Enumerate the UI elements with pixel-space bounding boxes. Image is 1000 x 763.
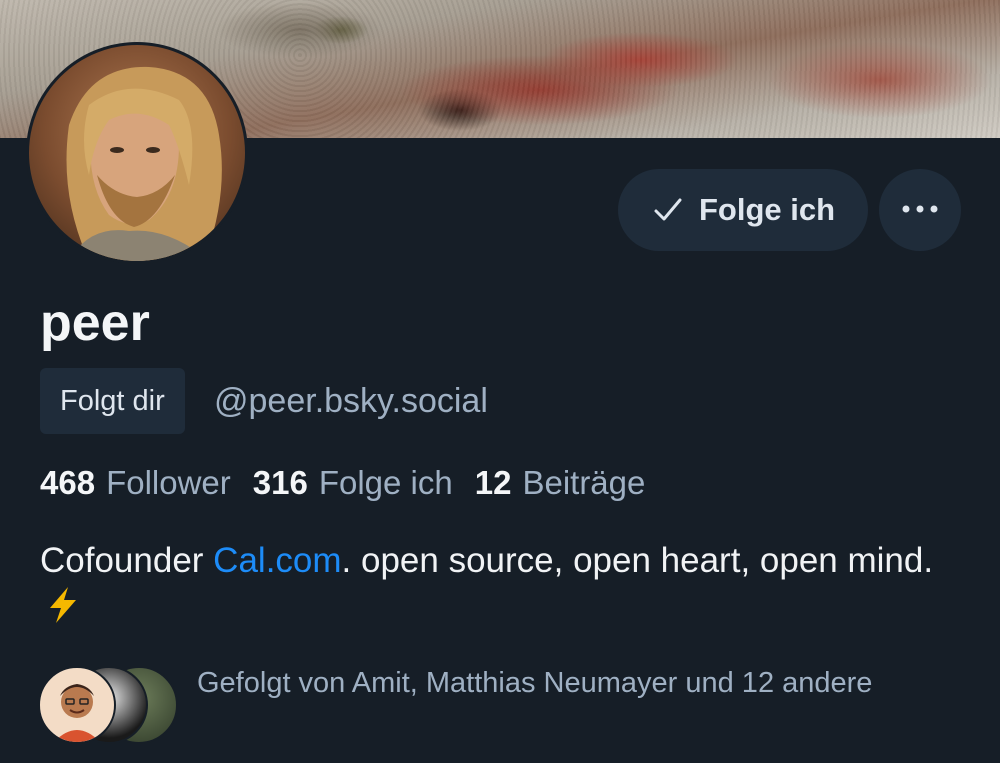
followed-by-avatars[interactable]	[38, 666, 178, 744]
followed-by-text[interactable]: Gefolgt von Amit, Matthias Neumayer und …	[197, 664, 937, 702]
check-icon	[651, 193, 685, 227]
followers-count: 468	[40, 464, 96, 501]
posts-count: 12	[474, 464, 512, 501]
bio-text-start: Cofounder	[40, 541, 214, 580]
followers-label: Follower	[106, 464, 231, 501]
posts-stat: 12 Beiträge	[475, 464, 646, 502]
following-button[interactable]: Folge ich	[618, 169, 868, 251]
profile-display-name: peer	[40, 294, 150, 352]
ellipsis-icon	[900, 201, 940, 219]
posts-label: Beiträge	[522, 464, 646, 501]
zap-icon	[46, 586, 80, 624]
following-stat[interactable]: 316 Folge ich	[253, 464, 453, 502]
follower-avatar-1	[38, 666, 116, 744]
bio-text-end: . open source, open heart, open mind.	[341, 541, 934, 580]
following-count: 316	[252, 464, 308, 501]
bio-link[interactable]: Cal.com	[213, 541, 341, 580]
profile-stats: 468 Follower 316 Folge ich 12 Beiträge	[40, 458, 667, 508]
following-button-label: Folge ich	[698, 192, 836, 227]
profile-handle[interactable]: @peer.bsky.social	[214, 368, 488, 434]
profile-avatar[interactable]	[26, 42, 248, 264]
following-label: Folge ich	[318, 464, 453, 501]
profile-bio: Cofounder Cal.com. open source, open hea…	[40, 538, 970, 630]
more-options-button[interactable]	[879, 169, 961, 251]
followers-stat[interactable]: 468 Follower	[40, 464, 231, 502]
profile-page: Folge ich peer Folgt dir @peer.bsky.soci…	[0, 0, 1000, 763]
follows-you-badge: Folgt dir	[40, 368, 185, 434]
